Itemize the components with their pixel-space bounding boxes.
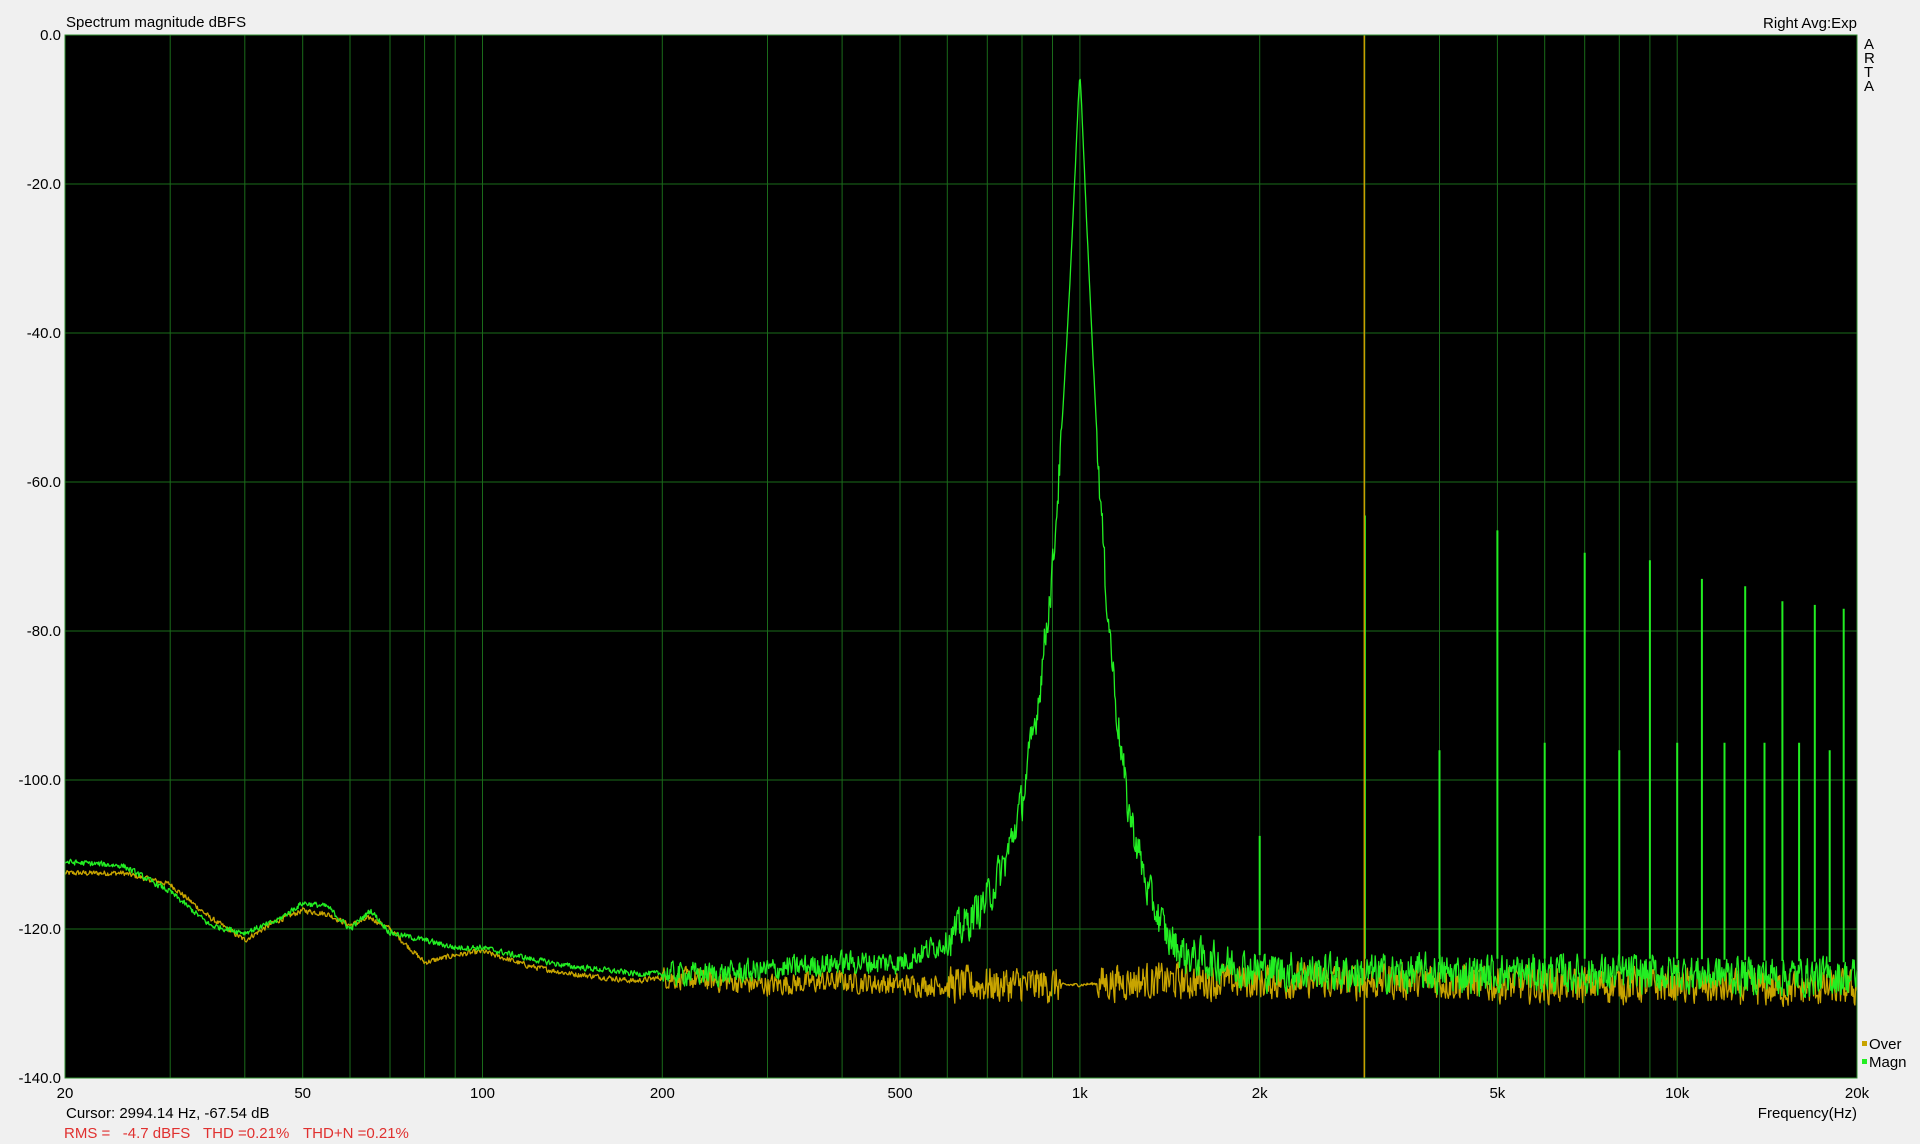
- brand-letter: A: [1864, 78, 1874, 95]
- x-tick-label: 2k: [1252, 1085, 1268, 1102]
- x-axis-label: Frequency(Hz): [1758, 1105, 1857, 1122]
- x-tick-label: 100: [470, 1085, 495, 1102]
- x-tick-label: 500: [888, 1085, 913, 1102]
- x-tick-label: 10k: [1665, 1085, 1690, 1102]
- y-tick-label: -60.0: [27, 474, 61, 491]
- legend: OverMagn: [1862, 1036, 1907, 1071]
- x-axis: 20 50 100 200 500 1k 2k 5k 10k 20k: [57, 1085, 1870, 1102]
- spectrum-window: Spectrum magnitude dBFS Right Avg:Exp AR…: [0, 0, 1920, 1144]
- spectrum-chart[interactable]: Spectrum magnitude dBFS Right Avg:Exp AR…: [0, 0, 1920, 1144]
- cursor-readout: Cursor: 2994.14 Hz, -67.54 dB: [66, 1105, 269, 1122]
- y-tick-label: -80.0: [27, 623, 61, 640]
- status-thdn: THD+N =0.21%: [303, 1125, 409, 1142]
- x-tick-label: 1k: [1072, 1085, 1088, 1102]
- y-tick-label: -40.0: [27, 325, 61, 342]
- x-tick-label: 50: [294, 1085, 311, 1102]
- chart-title: Spectrum magnitude dBFS: [66, 14, 246, 31]
- y-tick-label: -100.0: [18, 772, 61, 789]
- legend-swatch: [1862, 1041, 1867, 1046]
- x-tick-label: 20k: [1845, 1085, 1870, 1102]
- legend-label: Over: [1869, 1036, 1902, 1053]
- legend-swatch: [1862, 1059, 1867, 1064]
- brand-logo: ARTA: [1864, 36, 1875, 95]
- channel-info: Right Avg:Exp: [1763, 15, 1857, 32]
- legend-label: Magn: [1869, 1054, 1907, 1071]
- y-tick-label: -20.0: [27, 176, 61, 193]
- status-thd: THD =0.21%: [203, 1125, 289, 1142]
- x-tick-label: 200: [650, 1085, 675, 1102]
- y-tick-label: -120.0: [18, 921, 61, 938]
- y-axis: 0.0 -20.0 -40.0 -60.0 -80.0 -100.0 -120.0 -140.…: [18, 27, 61, 1087]
- y-tick-label: 0.0: [40, 27, 61, 44]
- plot-area[interactable]: [65, 35, 1857, 1078]
- x-tick-label: 5k: [1489, 1085, 1505, 1102]
- status-rms: RMS = -4.7 dBFS: [64, 1125, 190, 1142]
- y-tick-label: -140.0: [18, 1070, 61, 1087]
- x-tick-label: 20: [57, 1085, 74, 1102]
